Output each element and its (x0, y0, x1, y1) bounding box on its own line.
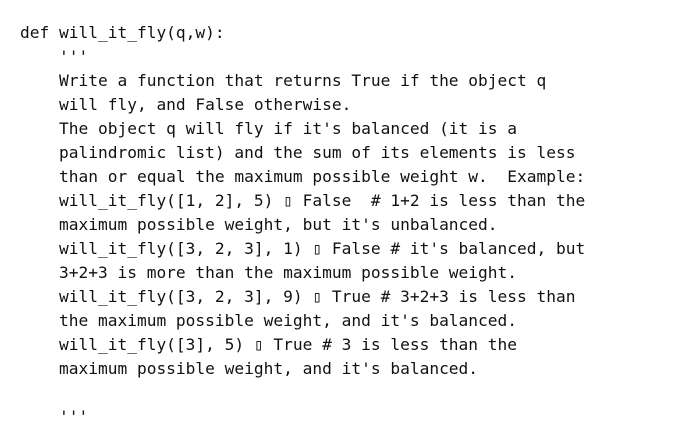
code-line: 3+2+3 is more than the maximum possible … (20, 263, 518, 282)
code-line: The object q will fly if it's balanced (… (20, 119, 518, 138)
code-line: will_it_fly([3, 2, 3], 9) ▯ True # 3+2+3… (20, 287, 576, 306)
code-line: ''' (20, 47, 89, 66)
code-document: def will_it_fly(q,w): ''' Write a functi… (20, 21, 585, 429)
code-line: maximum possible weight, and it's balanc… (20, 359, 479, 378)
code-line: def will_it_fly(q,w): (20, 23, 225, 42)
code-line: the maximum possible weight, and it's ba… (20, 311, 518, 330)
code-line: will_it_fly([1, 2], 5) ▯ False # 1+2 is … (20, 191, 586, 210)
code-line: Write a function that returns True if th… (20, 71, 547, 90)
code-line: than or equal the maximum possible weigh… (20, 167, 586, 186)
code-line: will_it_fly([3], 5) ▯ True # 3 is less t… (20, 335, 518, 354)
code-line: palindromic list) and the sum of its ele… (20, 143, 576, 162)
code-line: will fly, and False otherwise. (20, 95, 352, 114)
code-line: will_it_fly([3, 2, 3], 1) ▯ False # it's… (20, 239, 586, 258)
code-line: maximum possible weight, but it's unbala… (20, 215, 498, 234)
code-line: ''' (20, 407, 89, 426)
